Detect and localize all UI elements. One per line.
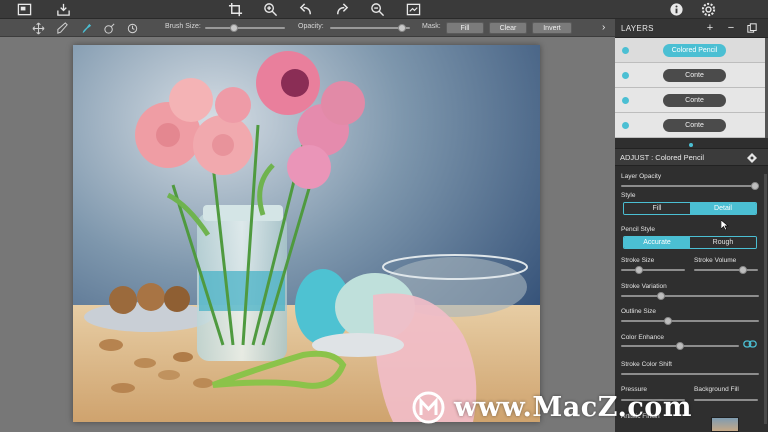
reset-icon[interactable] — [125, 21, 139, 35]
stroke-volume-slider[interactable] — [694, 266, 758, 274]
layer-opacity-slider[interactable] — [621, 182, 759, 190]
layers-title: LAYERS — [621, 24, 654, 33]
adjust-header: ADJUST : Colored Pencil — [615, 148, 768, 166]
artwork-image[interactable] — [73, 45, 540, 422]
layers-header: LAYERS + − — [615, 19, 768, 38]
compare-icon[interactable] — [405, 2, 421, 17]
layer-opacity-label: Layer Opacity — [621, 173, 662, 180]
opacity-knob[interactable] — [398, 24, 407, 32]
layer-name: Conte — [663, 94, 726, 107]
outline-size-label: Outline Size — [621, 308, 657, 315]
stroke-size-knob[interactable] — [635, 266, 643, 274]
settings-icon[interactable] — [700, 2, 716, 17]
adjust-scrollbar[interactable] — [764, 174, 767, 424]
preset-icon[interactable] — [746, 152, 758, 163]
canvas-area — [0, 37, 615, 432]
layer-visibility-icon[interactable] — [622, 122, 629, 129]
redo-icon[interactable] — [333, 2, 349, 17]
brush-size-label: Brush Size: — [165, 23, 201, 30]
layer-visibility-icon[interactable] — [622, 72, 629, 79]
layer-name: Conte — [663, 119, 726, 132]
expand-arrow-icon[interactable]: › — [602, 22, 605, 33]
color-enhance-slider[interactable] — [621, 342, 739, 350]
panel-resize-handle[interactable] — [689, 143, 693, 147]
layer-name: Conte — [663, 69, 726, 82]
stroke-color-shift-label: Stroke Color Shift — [621, 361, 672, 368]
style-label: Style — [621, 192, 636, 199]
still-life-painting — [73, 45, 540, 422]
brush-size-slider[interactable] — [205, 24, 285, 32]
layer-visibility-icon[interactable] — [622, 47, 629, 54]
stroke-size-label: Stroke Size — [621, 257, 655, 264]
layer-row[interactable]: Conte — [615, 113, 765, 138]
mouse-cursor-icon — [721, 220, 729, 230]
color-enhance-knob[interactable] — [676, 342, 684, 350]
opacity-label: Opacity: — [298, 23, 324, 30]
layer-opacity-knob[interactable] — [751, 182, 759, 190]
stroke-volume-knob[interactable] — [738, 266, 747, 274]
color-enhance-label: Color Enhance — [621, 334, 664, 341]
layer-row[interactable]: Conte — [615, 88, 765, 113]
crop-icon[interactable] — [227, 2, 243, 17]
brush-icon[interactable] — [55, 21, 69, 35]
style-detail-option[interactable]: Detail — [690, 203, 756, 214]
frame-icon[interactable] — [16, 2, 32, 17]
layer-visibility-icon[interactable] — [622, 97, 629, 104]
add-layer-icon[interactable]: + — [704, 22, 716, 34]
mask-label: Mask: — [422, 23, 441, 30]
eraser-icon[interactable] — [102, 21, 116, 35]
zoom-out-icon[interactable] — [369, 2, 385, 17]
watermark-text: www.MacZ.com — [454, 391, 692, 423]
right-panel: LAYERS + − Colored Pencil Conte Conte Co… — [615, 19, 768, 432]
style-selector: Fill Detail — [623, 202, 757, 215]
pencil-style-label: Pencil Style — [621, 226, 655, 233]
opacity-slider[interactable] — [330, 24, 410, 32]
stroke-color-shift-slider[interactable] — [621, 373, 759, 375]
adjust-title: ADJUST : Colored Pencil — [620, 153, 705, 162]
mask-invert-button[interactable]: Invert — [532, 22, 572, 34]
smudge-icon[interactable] — [79, 21, 93, 35]
remove-layer-icon[interactable]: − — [725, 22, 737, 34]
mask-fill-button[interactable]: Fill — [446, 22, 484, 34]
stroke-volume-label: Stroke Volume — [694, 257, 737, 264]
move-icon[interactable] — [31, 21, 45, 35]
duplicate-layer-icon[interactable] — [746, 22, 758, 34]
layer-row[interactable]: Conte — [615, 63, 765, 88]
watermark-logo-icon — [412, 391, 445, 423]
layer-row[interactable]: Colored Pencil — [615, 38, 765, 63]
pencil-style-selector: Accurate Rough — [623, 236, 757, 249]
stroke-variation-knob[interactable] — [657, 292, 666, 300]
stroke-size-slider[interactable] — [621, 266, 685, 274]
layer-name: Colored Pencil — [663, 44, 726, 57]
outline-size-knob[interactable] — [663, 317, 672, 325]
style-fill-option[interactable]: Fill — [624, 203, 690, 214]
stroke-variation-slider[interactable] — [621, 292, 759, 300]
stroke-variation-label: Stroke Variation — [621, 283, 667, 290]
brush-options-bar: Brush Size: Opacity: Mask: Fill Clear In… — [0, 19, 615, 37]
pencil-style-accurate-option[interactable]: Accurate — [624, 237, 690, 248]
outline-size-slider[interactable] — [621, 317, 759, 325]
app-window: Brush Size: Opacity: Mask: Fill Clear In… — [0, 0, 768, 432]
undo-icon[interactable] — [298, 2, 314, 17]
pencil-style-rough-option[interactable]: Rough — [690, 237, 756, 248]
zoom-in-icon[interactable] — [262, 2, 278, 17]
watermark: www.MacZ.com — [412, 390, 752, 424]
link-icon[interactable] — [743, 340, 757, 348]
export-icon[interactable] — [55, 2, 71, 17]
info-icon[interactable] — [668, 2, 684, 17]
top-toolbar — [0, 0, 768, 19]
mask-clear-button[interactable]: Clear — [489, 22, 527, 34]
brush-size-knob[interactable] — [230, 24, 239, 32]
